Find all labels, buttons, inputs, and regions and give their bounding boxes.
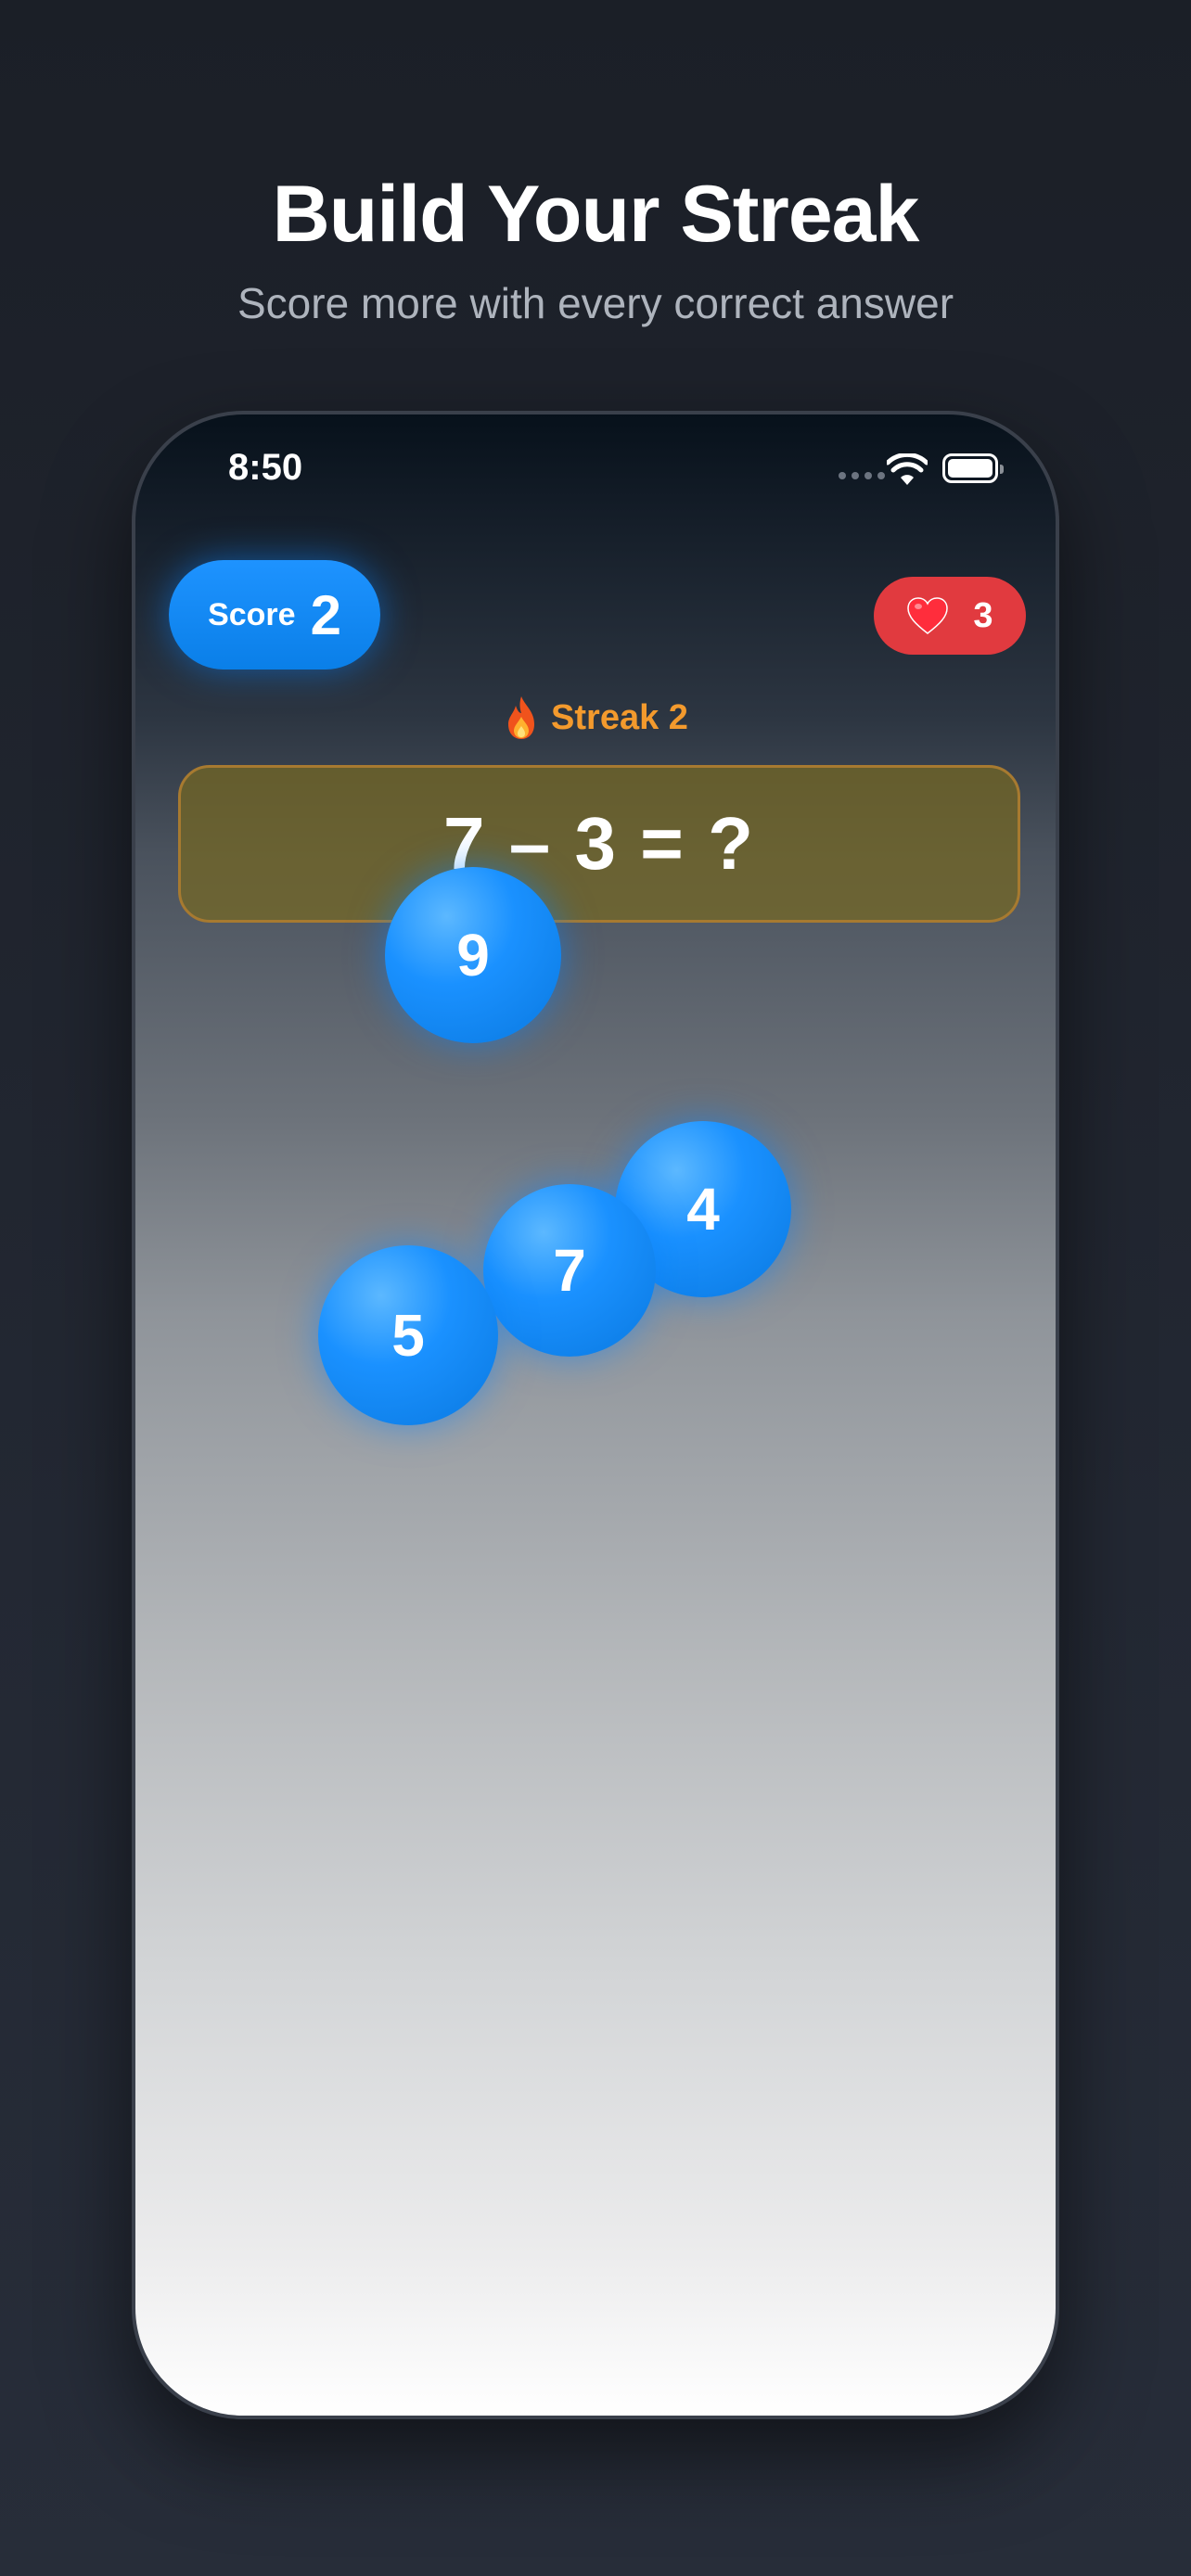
cellular-signal-icon xyxy=(839,472,885,479)
question-card: 7 – 3 = ? xyxy=(178,765,1020,923)
score-label: Score xyxy=(208,596,296,632)
heart-icon xyxy=(907,597,949,634)
subheadline: Score more with every correct answer xyxy=(237,279,954,327)
phone-frame: 8:50 Score 2 3 Streak 2 7 – 3 = ? 9 4 7 xyxy=(132,411,1059,2419)
flame-icon xyxy=(508,696,535,739)
score-value: 2 xyxy=(310,583,341,646)
answer-bubble[interactable]: 5 xyxy=(318,1245,498,1425)
streak-indicator: Streak 2 xyxy=(135,695,1056,741)
lives-badge: 3 xyxy=(874,577,1026,655)
wifi-icon xyxy=(887,453,928,485)
answer-bubble[interactable]: 9 xyxy=(385,867,561,1043)
battery-icon xyxy=(942,453,1004,483)
streak-text: Streak 2 xyxy=(551,697,688,737)
answer-bubble[interactable]: 7 xyxy=(483,1184,656,1357)
score-badge: Score 2 xyxy=(169,560,380,670)
headline: Build Your Streak xyxy=(272,170,920,259)
status-time: 8:50 xyxy=(228,447,303,488)
lives-value: 3 xyxy=(973,595,993,635)
